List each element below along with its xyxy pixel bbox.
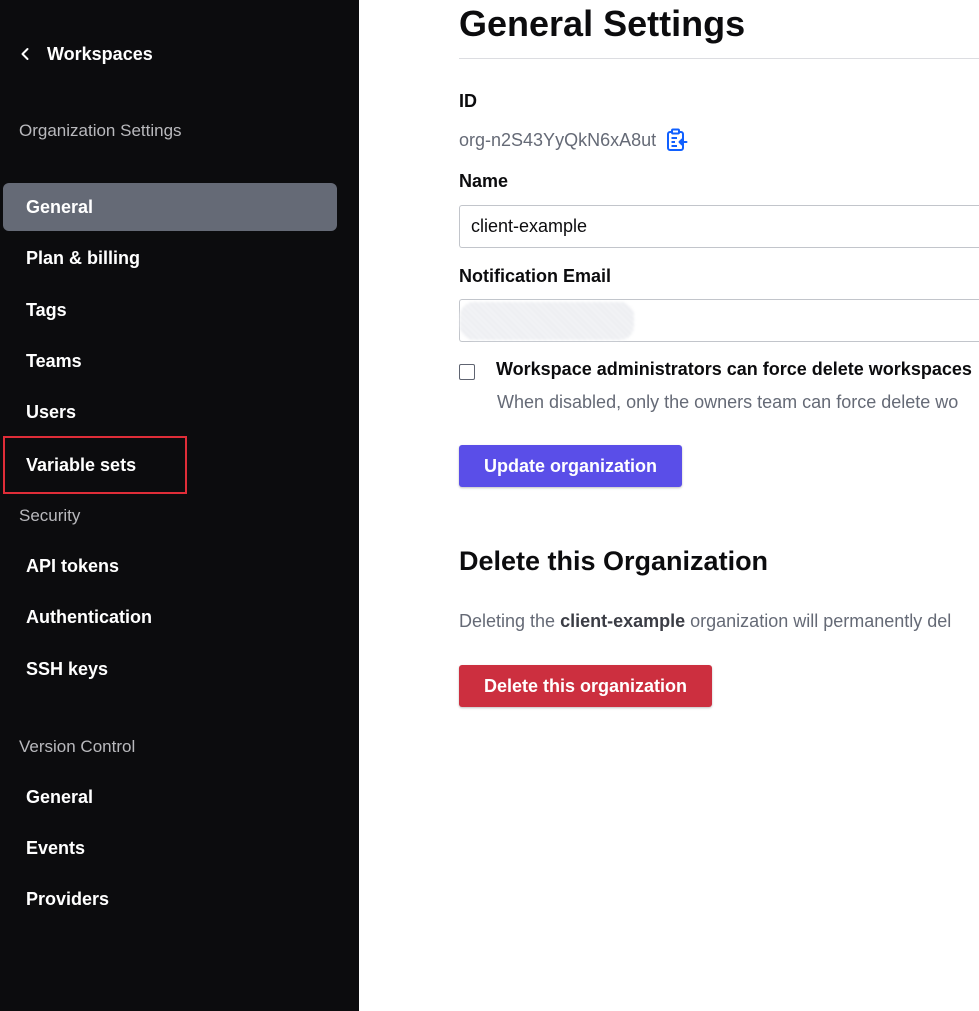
section-heading-organization: Organization Settings <box>19 121 182 140</box>
notification-email-label: Notification Email <box>459 266 612 286</box>
delete-warning-text: Deleting the client-example organization… <box>459 611 951 632</box>
sidebar-item-vcs-events[interactable]: Events <box>3 824 337 872</box>
redacted-email-blur <box>460 302 634 340</box>
force-delete-help-text: When disabled, only the owners team can … <box>497 392 959 412</box>
delete-warning-suffix: organization will permanently del <box>685 611 952 631</box>
title-divider <box>459 58 979 59</box>
org-id-value: org-n2S43YyQkN6xA8ut <box>459 129 657 150</box>
sidebar-item-vcs-providers[interactable]: Providers <box>3 875 337 923</box>
main-content: General Settings ID org-n2S43YyQkN6xA8ut… <box>359 0 979 1011</box>
sidebar-item-tags[interactable]: Tags <box>3 286 337 334</box>
copy-clipboard-icon[interactable] <box>666 128 688 152</box>
org-id-row: org-n2S43YyQkN6xA8ut <box>459 128 688 152</box>
force-delete-label: Workspace administrators can force delet… <box>496 359 972 379</box>
sidebar-item-authentication[interactable]: Authentication <box>3 593 337 641</box>
sidebar-item-general[interactable]: General <box>3 183 337 231</box>
delete-organization-button[interactable]: Delete this organization <box>459 665 712 707</box>
sidebar-item-ssh-keys[interactable]: SSH keys <box>3 645 337 693</box>
sidebar-item-api-tokens[interactable]: API tokens <box>3 542 337 590</box>
sidebar-item-variable-sets[interactable]: Variable sets <box>3 436 187 494</box>
sidebar-item-teams[interactable]: Teams <box>3 337 337 385</box>
page-title: General Settings <box>459 3 746 44</box>
sidebar: Workspaces Organization Settings General… <box>0 0 359 1011</box>
force-delete-checkbox[interactable] <box>459 364 475 380</box>
id-label: ID <box>459 91 477 111</box>
sidebar-item-vcs-general[interactable]: General <box>3 773 337 821</box>
chevron-left-icon <box>21 48 29 60</box>
name-label: Name <box>459 171 509 191</box>
back-link-label: Workspaces <box>47 43 153 64</box>
sidebar-item-users[interactable]: Users <box>3 388 337 436</box>
delete-section-title: Delete this Organization <box>459 546 769 576</box>
section-heading-security: Security <box>19 506 81 525</box>
back-to-workspaces-link[interactable]: Workspaces <box>18 40 153 68</box>
update-organization-button[interactable]: Update organization <box>459 445 682 487</box>
sidebar-item-plan-billing[interactable]: Plan & billing <box>3 234 337 282</box>
delete-warning-prefix: Deleting the <box>459 611 561 631</box>
section-heading-version-control: Version Control <box>19 737 136 756</box>
name-input[interactable] <box>459 205 979 248</box>
delete-warning-org-name: client-example <box>560 611 686 631</box>
